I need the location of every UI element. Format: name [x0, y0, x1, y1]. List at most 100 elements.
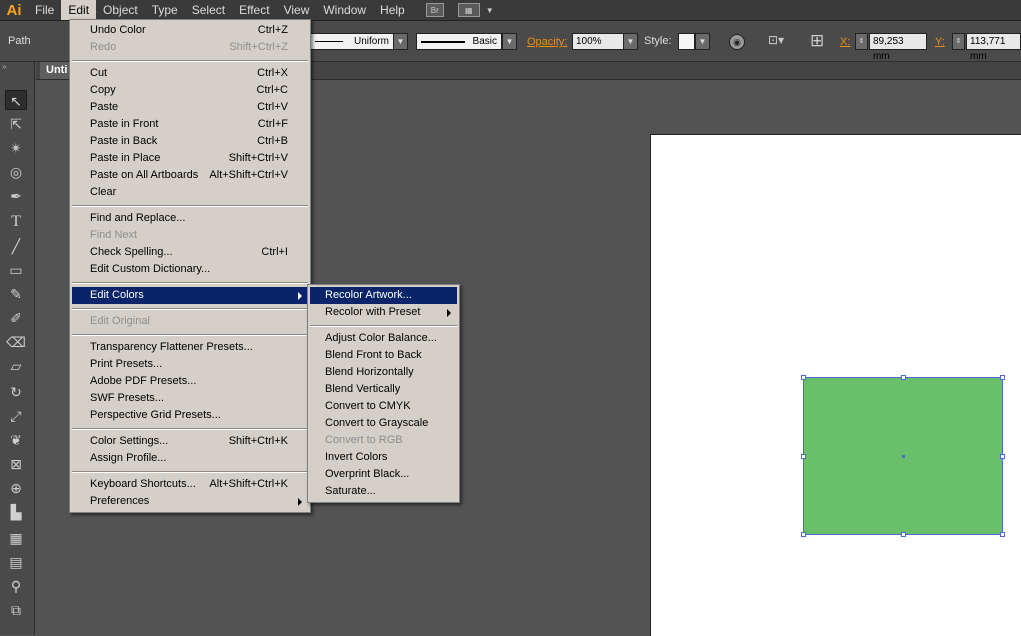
menu-item-edit-custom-dictionary[interactable]: Edit Custom Dictionary...: [72, 261, 308, 278]
rotate-tool-icon[interactable]: ↻: [5, 382, 27, 402]
opacity-label[interactable]: Opacity:: [527, 36, 567, 49]
y-field[interactable]: 113,771 mm: [966, 33, 1021, 62]
mesh-tool-icon[interactable]: ▦: [5, 528, 27, 548]
x-label[interactable]: X:: [840, 36, 850, 49]
menu-item-preferences[interactable]: Preferences: [72, 493, 308, 510]
menu-item-paste-in-back[interactable]: Paste in Back Ctrl+B: [72, 133, 308, 150]
menu-item-label: Adjust Color Balance...: [325, 332, 437, 344]
x-stepper[interactable]: ⇕: [855, 33, 868, 50]
menu-edit[interactable]: Edit: [61, 0, 97, 20]
menu-window[interactable]: Window: [316, 0, 373, 20]
stroke-profile-dropdown[interactable]: Uniform: [310, 33, 394, 50]
menu-item-clear[interactable]: Clear: [72, 184, 308, 201]
align-options-icon[interactable]: ⊡▾: [768, 33, 794, 50]
menu-item-label: Perspective Grid Presets...: [90, 409, 221, 421]
lasso-tool-icon[interactable]: ◎: [5, 162, 27, 182]
resize-handle[interactable]: [901, 375, 906, 380]
menu-select[interactable]: Select: [185, 0, 232, 20]
blend-tool-icon[interactable]: ⧉: [5, 600, 27, 620]
line-tool-icon[interactable]: ╱: [5, 236, 27, 256]
type-tool-icon[interactable]: T: [5, 212, 27, 232]
resize-handle[interactable]: [901, 532, 906, 537]
menu-separator: [72, 60, 308, 62]
menu-item-saturate[interactable]: Saturate...: [310, 483, 457, 500]
menu-item-blend-vertically[interactable]: Blend Vertically: [310, 381, 457, 398]
menu-item-convert-to-rgb: Convert to RGB: [310, 432, 457, 449]
eraser-tool-icon[interactable]: ▱: [5, 356, 27, 376]
style-swatch[interactable]: [678, 33, 695, 50]
menu-object[interactable]: Object: [96, 0, 145, 20]
rectangle-tool-icon[interactable]: ▭: [5, 260, 27, 280]
menu-item-recolor-with-preset[interactable]: Recolor with Preset: [310, 304, 457, 321]
stroke-profile-arrow[interactable]: ▼: [393, 33, 408, 50]
menu-item-copy[interactable]: Copy Ctrl+C: [72, 82, 308, 99]
menu-item-paste-in-place[interactable]: Paste in Place Shift+Ctrl+V: [72, 150, 308, 167]
direct-selection-tool-icon[interactable]: ⇱: [5, 114, 27, 134]
selection-tool-icon[interactable]: ↖: [5, 90, 27, 110]
menu-item-invert-colors[interactable]: Invert Colors: [310, 449, 457, 466]
menu-item-check-spelling[interactable]: Check Spelling... Ctrl+I: [72, 244, 308, 261]
menu-item-overprint-black[interactable]: Overprint Black...: [310, 466, 457, 483]
menu-help[interactable]: Help: [373, 0, 412, 20]
menu-item-label: Paste on All Artboards: [90, 169, 199, 181]
scale-tool-icon[interactable]: ⤢: [5, 406, 27, 426]
menu-type[interactable]: Type: [145, 0, 185, 20]
style-arrow[interactable]: ▼: [695, 33, 710, 50]
graph-tool-icon[interactable]: ▙: [5, 502, 27, 522]
shape-builder-tool-icon[interactable]: ⊕: [5, 478, 27, 498]
bridge-button[interactable]: Br: [425, 3, 444, 17]
resize-handle[interactable]: [801, 532, 806, 537]
opacity-field[interactable]: 100%: [572, 33, 624, 50]
menu-effect[interactable]: Effect: [232, 0, 276, 20]
magic-wand-tool-icon[interactable]: ✴: [5, 138, 27, 158]
collapse-panel-icon[interactable]: »: [2, 62, 6, 71]
chevron-down-icon[interactable]: ▼: [486, 6, 494, 15]
selected-rectangle[interactable]: [801, 375, 1005, 537]
pencil-tool-icon[interactable]: ✐: [5, 308, 27, 328]
menu-item-keyboard-shortcuts[interactable]: Keyboard Shortcuts... Alt+Shift+Ctrl+K: [72, 476, 308, 493]
menu-item-paste-on-all-artboards[interactable]: Paste on All Artboards Alt+Shift+Ctrl+V: [72, 167, 308, 184]
menu-item-blend-front-to-back[interactable]: Blend Front to Back: [310, 347, 457, 364]
resize-handle[interactable]: [1000, 454, 1005, 459]
menu-item-find-and-replace[interactable]: Find and Replace...: [72, 210, 308, 227]
menu-item-swf-presets[interactable]: SWF Presets...: [72, 390, 308, 407]
menu-item-convert-to-cmyk[interactable]: Convert to CMYK: [310, 398, 457, 415]
menu-item-color-settings[interactable]: Color Settings... Shift+Ctrl+K: [72, 433, 308, 450]
menu-file[interactable]: File: [28, 0, 61, 20]
x-field[interactable]: 89,253 mm: [869, 33, 927, 62]
menu-item-recolor-artwork[interactable]: Recolor Artwork...: [310, 287, 457, 304]
blob-brush-tool-icon[interactable]: ⌫: [5, 332, 27, 352]
warp-tool-icon[interactable]: ❦: [5, 430, 27, 450]
resize-handle[interactable]: [1000, 532, 1005, 537]
menu-item-adjust-color-balance[interactable]: Adjust Color Balance...: [310, 330, 457, 347]
pen-tool-icon[interactable]: ✒: [5, 186, 27, 206]
gradient-tool-icon[interactable]: ▤: [5, 552, 27, 572]
menu-view[interactable]: View: [277, 0, 317, 20]
brush-dropdown[interactable]: Basic: [416, 33, 502, 50]
menu-item-paste-in-front[interactable]: Paste in Front Ctrl+F: [72, 116, 308, 133]
menu-item-cut[interactable]: Cut Ctrl+X: [72, 65, 308, 82]
menu-item-paste[interactable]: Paste Ctrl+V: [72, 99, 308, 116]
y-stepper[interactable]: ⇕: [952, 33, 965, 50]
menu-item-blend-horizontally[interactable]: Blend Horizontally: [310, 364, 457, 381]
brush-arrow[interactable]: ▼: [502, 33, 517, 50]
recolor-artwork-icon[interactable]: ◉: [729, 34, 745, 50]
y-label[interactable]: Y:: [935, 36, 945, 49]
free-transform-tool-icon[interactable]: ⊠: [5, 454, 27, 474]
resize-handle[interactable]: [1000, 375, 1005, 380]
reference-point-icon[interactable]: ⊞: [810, 31, 832, 53]
paintbrush-tool-icon[interactable]: ✎: [5, 284, 27, 304]
menu-item-undo[interactable]: Undo Color Ctrl+Z: [72, 22, 308, 39]
menu-item-assign-profile[interactable]: Assign Profile...: [72, 450, 308, 467]
workspace-switcher-icon[interactable]: ▦: [457, 3, 480, 17]
menu-item-transparency-flattener-presets[interactable]: Transparency Flattener Presets...: [72, 339, 308, 356]
resize-handle[interactable]: [801, 375, 806, 380]
resize-handle[interactable]: [801, 454, 806, 459]
opacity-arrow[interactable]: ▼: [623, 33, 638, 50]
menu-item-adobe-pdf-presets[interactable]: Adobe PDF Presets...: [72, 373, 308, 390]
menu-item-perspective-grid-presets[interactable]: Perspective Grid Presets...: [72, 407, 308, 424]
menu-item-edit-colors[interactable]: Edit Colors: [72, 287, 308, 304]
menu-item-convert-to-grayscale[interactable]: Convert to Grayscale: [310, 415, 457, 432]
menu-item-print-presets[interactable]: Print Presets...: [72, 356, 308, 373]
eyedropper-tool-icon[interactable]: ⚲: [5, 576, 27, 596]
